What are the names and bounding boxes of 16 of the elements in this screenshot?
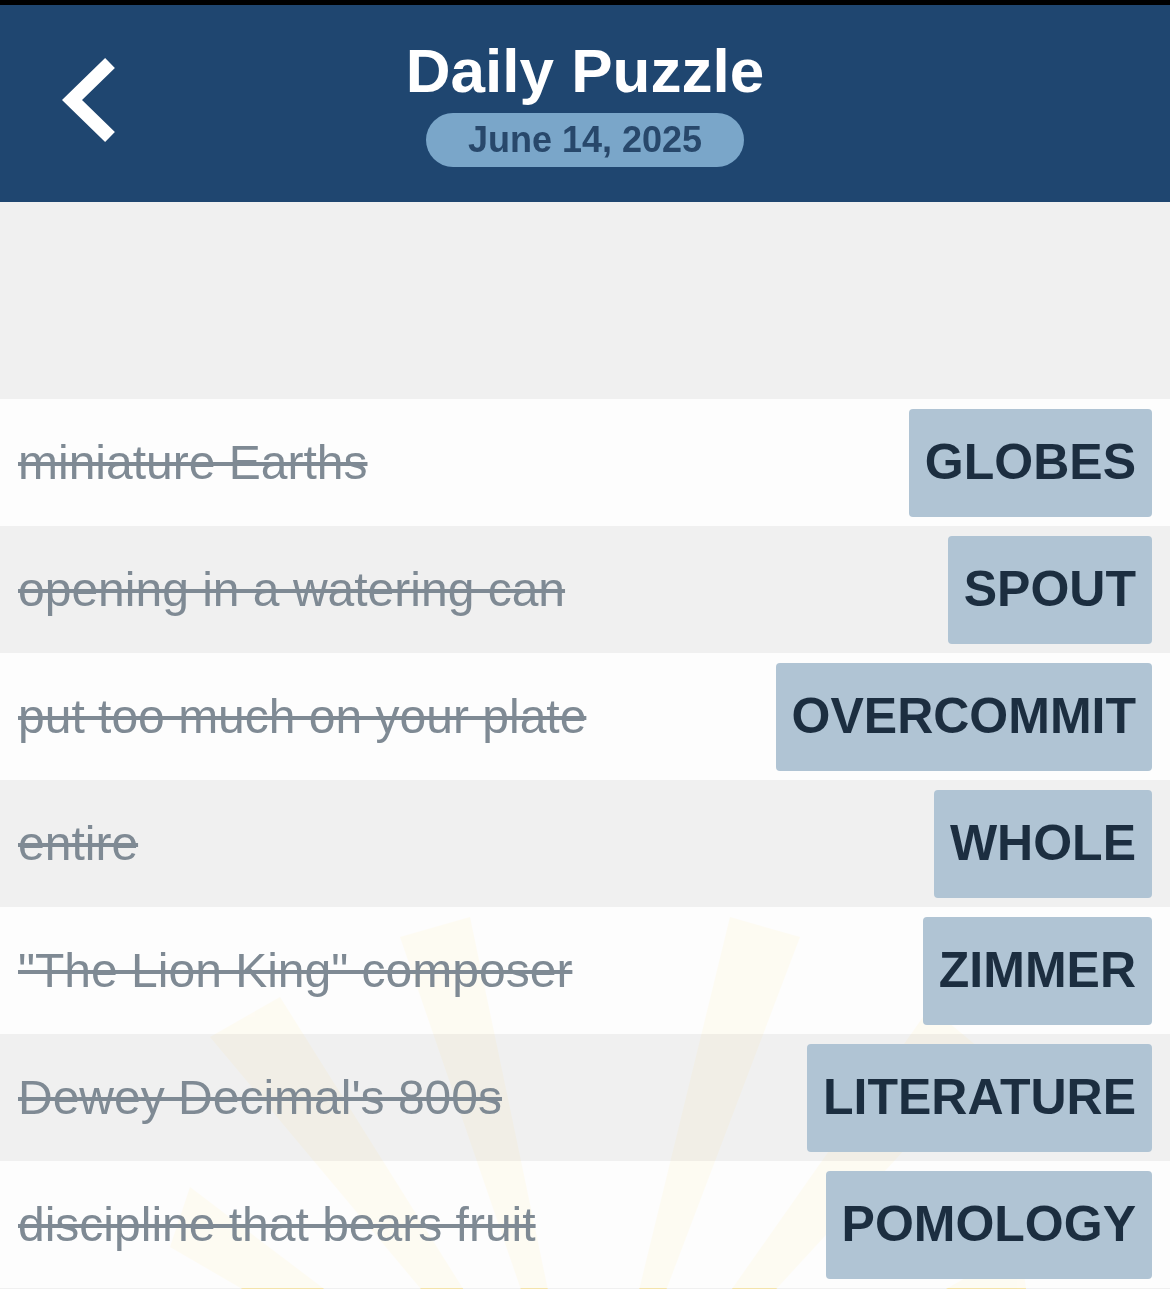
date-pill: June 14, 2025 <box>425 113 745 167</box>
clue-text: entire <box>18 815 139 872</box>
clue-text: opening in a watering can <box>18 561 566 618</box>
answer-tile: WHOLE <box>933 789 1152 898</box>
clue-text: discipline that bears fruit <box>18 1196 536 1253</box>
answer-tile: SPOUT <box>947 535 1152 644</box>
answer-tile: ZIMMER <box>922 916 1152 1025</box>
page-title: Daily Puzzle <box>405 35 765 107</box>
answer-tile: LITERATURE <box>807 1043 1152 1152</box>
answer-tile: OVERCOMMIT <box>775 662 1152 771</box>
clue-text: "The Lion King" composer <box>18 942 573 999</box>
clue-text: miniature Earths <box>18 434 368 491</box>
clue-text: Dewey Decimal's 800s <box>18 1069 502 1126</box>
answer-tile: POMOLOGY <box>825 1170 1152 1279</box>
clue-text: put too much on your plate <box>18 688 587 745</box>
answer-tile: GLOBES <box>908 408 1152 517</box>
